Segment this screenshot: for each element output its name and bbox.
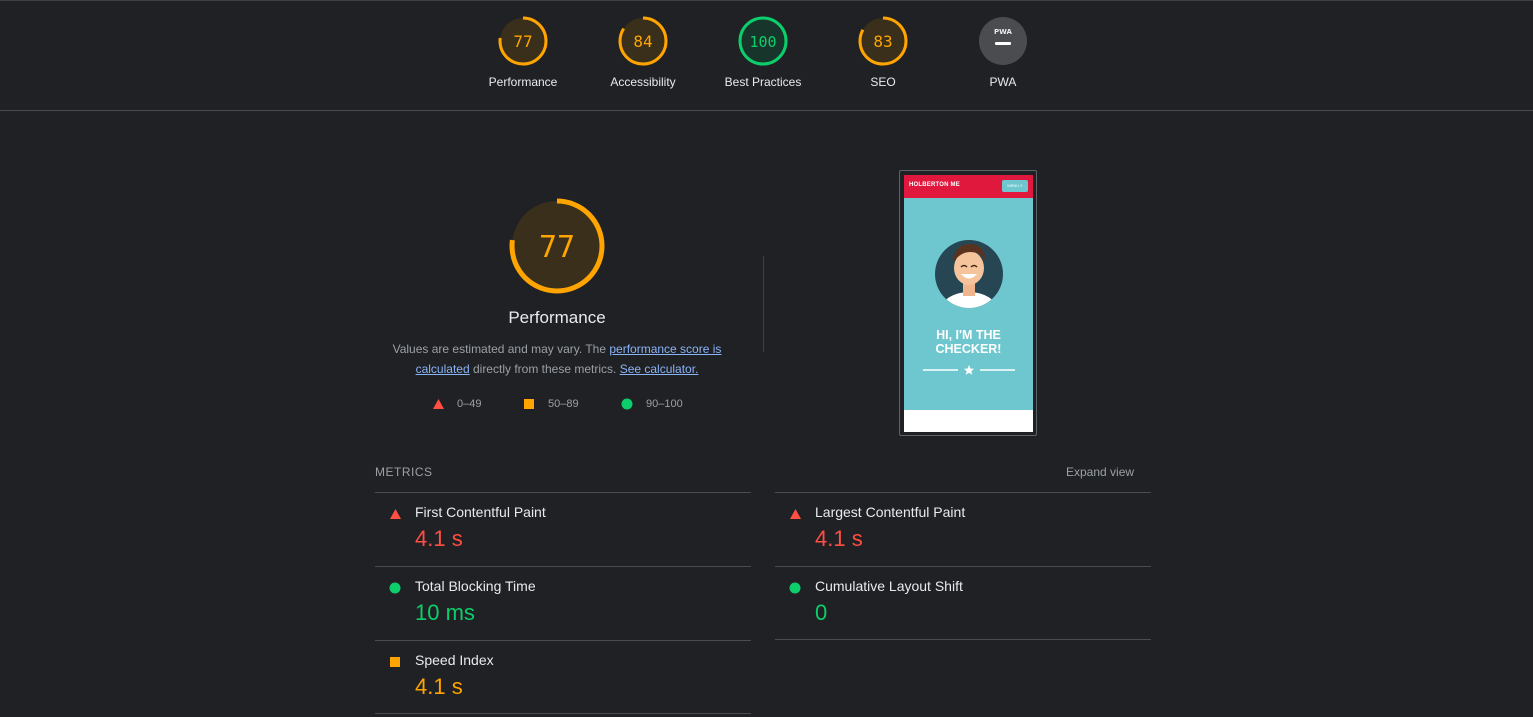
legend-label: 90–100 xyxy=(646,398,683,410)
metric-value: 10 ms xyxy=(415,600,475,625)
gauge-score: 84 xyxy=(633,32,652,51)
divider xyxy=(775,639,1151,640)
screenshot-brand: HOLBERTON ME xyxy=(909,182,960,188)
final-screenshot[interactable]: HOLBERTON ME MENU ≡ HI, I'M THE CHECKER! xyxy=(899,170,1037,436)
gauge-seo[interactable]: 83 SEO xyxy=(833,15,933,89)
screenshot-hero-text: HI, I'M THE CHECKER! xyxy=(904,328,1033,356)
star-divider-icon xyxy=(923,365,1015,375)
metric-name: Speed Index xyxy=(415,652,494,668)
metric-name: Total Blocking Time xyxy=(415,578,536,594)
circle-icon xyxy=(621,398,633,410)
legend-label: 0–49 xyxy=(457,398,482,410)
legend-fail: 0–49 xyxy=(432,398,481,410)
metric-name: First Contentful Paint xyxy=(415,504,546,520)
metric-value: 4.1 s xyxy=(415,674,463,699)
score-gauge-icon: 77 xyxy=(509,198,605,294)
score-gauge-icon: 100 xyxy=(738,16,788,66)
metric-largest-contentful-paint[interactable]: Largest Contentful Paint 4.1 s xyxy=(775,492,1151,566)
hero-line: HI, I'M THE xyxy=(936,328,1001,342)
description-text: Values are estimated and may vary. The xyxy=(392,342,610,356)
metric-cumulative-layout-shift[interactable]: Cumulative Layout Shift 0 xyxy=(775,566,1151,640)
gauge-performance[interactable]: 77 Performance xyxy=(473,15,573,89)
gauge-accessibility[interactable]: 84 Accessibility xyxy=(593,15,693,89)
score-gauge-icon: 84 xyxy=(618,16,668,66)
square-icon xyxy=(524,399,534,409)
triangle-icon xyxy=(790,509,801,519)
metric-total-blocking-time[interactable]: Total Blocking Time 10 ms xyxy=(375,566,751,640)
description-text: directly from these metrics. xyxy=(469,362,620,376)
metric-name: Cumulative Layout Shift xyxy=(815,578,963,594)
circle-icon xyxy=(389,582,401,594)
metric-speed-index[interactable]: Speed Index 4.1 s xyxy=(375,640,751,714)
screenshot-frame: HOLBERTON ME MENU ≡ HI, I'M THE CHECKER! xyxy=(904,175,1033,432)
square-icon xyxy=(390,657,400,667)
see-calculator-link[interactable]: See calculator. xyxy=(620,362,699,376)
expand-view-toggle[interactable]: Expand view xyxy=(1066,465,1134,479)
screenshot-header: HOLBERTON ME MENU ≡ xyxy=(904,175,1033,198)
gauge-score: 83 xyxy=(873,32,892,51)
screenshot-hero: HI, I'M THE CHECKER! xyxy=(904,198,1033,410)
gauge-label: Best Practices xyxy=(724,75,802,89)
triangle-icon xyxy=(433,399,444,409)
performance-title: Performance xyxy=(508,308,606,327)
circle-icon xyxy=(789,582,801,594)
divider xyxy=(375,713,751,714)
legend-pass: 90–100 xyxy=(621,398,683,410)
gauge-label: SEO xyxy=(870,75,896,89)
avatar-icon xyxy=(935,240,1003,308)
category-scores-bar: 77 Performance 84 Accessibility 100 Best… xyxy=(0,0,1533,111)
gauge-label: Performance xyxy=(488,75,558,89)
performance-description: Values are estimated and may vary. The p… xyxy=(370,339,744,379)
gauge-label: Accessibility xyxy=(610,75,676,89)
gauge-best-practices[interactable]: 100 Best Practices xyxy=(713,15,813,89)
pwa-badge-text: PWA xyxy=(994,28,1013,36)
performance-gauge: 77 xyxy=(507,196,607,296)
pwa-badge-icon: PWA xyxy=(979,17,1027,65)
gauge-score: 100 xyxy=(749,33,776,51)
metric-first-contentful-paint[interactable]: First Contentful Paint 4.1 s xyxy=(375,492,751,566)
gauge-pwa[interactable]: PWA PWA xyxy=(953,15,1053,89)
divider xyxy=(763,256,764,352)
metric-name: Largest Contentful Paint xyxy=(815,504,966,520)
metric-value: 4.1 s xyxy=(815,526,863,551)
gauge-label: PWA xyxy=(989,75,1017,89)
legend-average: 50–89 xyxy=(523,398,579,410)
legend-label: 50–89 xyxy=(548,398,579,410)
metric-value: 4.1 s xyxy=(415,526,463,551)
hero-line: CHECKER! xyxy=(935,342,1002,356)
score-gauge-icon: 77 xyxy=(498,16,548,66)
gauge-score: 77 xyxy=(513,32,532,51)
screenshot-menu-button: MENU ≡ xyxy=(1002,180,1028,192)
metric-value: 0 xyxy=(815,600,828,625)
triangle-icon xyxy=(390,509,401,519)
score-gauge-icon: 83 xyxy=(858,16,908,66)
performance-score: 77 xyxy=(539,230,575,265)
metrics-header: METRICS xyxy=(375,465,433,479)
